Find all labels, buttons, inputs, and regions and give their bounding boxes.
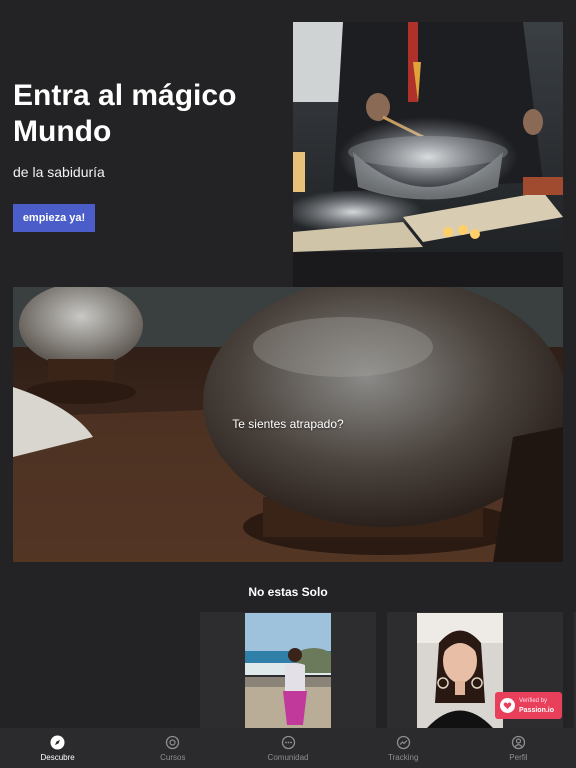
discover-page: Entra al mágico Mundo de la sabiduría em…: [0, 0, 576, 768]
courses-icon: [165, 735, 181, 751]
member-photo-portrait: [417, 613, 503, 728]
hero-title: Entra al mágico Mundo: [13, 79, 237, 148]
nav-label: Descubre: [40, 752, 75, 762]
community-card[interactable]: [200, 612, 376, 728]
nav-item-comunidad[interactable]: Comunidad: [230, 728, 345, 768]
nav-item-cursos[interactable]: Cursos: [115, 728, 230, 768]
nav-item-descubre[interactable]: Descubre: [0, 728, 115, 768]
banner-crystal-ball[interactable]: Te sientes atrapado?: [13, 287, 563, 562]
compass-icon: [50, 735, 66, 751]
nav-label: Cursos: [160, 752, 186, 762]
section-title-community: No estas Solo: [248, 585, 328, 599]
member-photo-beach: [245, 613, 331, 728]
nav-item-tracking[interactable]: Tracking: [346, 728, 461, 768]
nav-label: Tracking: [388, 752, 419, 762]
nav-label: Comunidad: [267, 752, 309, 762]
chat-icon: [280, 735, 296, 751]
start-button[interactable]: empieza ya!: [13, 204, 95, 232]
profile-icon: [510, 735, 526, 751]
nav-item-perfil[interactable]: Perfil: [461, 728, 576, 768]
verified-brand: Passion.io: [519, 706, 555, 714]
hero-image-wizard-cauldron: [293, 22, 563, 288]
verified-label: Verified by: [519, 697, 548, 704]
trending-icon: [395, 735, 411, 751]
bottom-nav: Descubre Cursos Comunidad Tracking Perfi…: [0, 728, 576, 768]
verified-badge[interactable]: Verified by Passion.io: [495, 692, 562, 719]
nav-label: Perfil: [509, 752, 528, 762]
banner-text: Te sientes atrapado?: [232, 417, 344, 431]
hero-subtitle: de la sabiduría: [13, 164, 105, 180]
passion-logo-icon: [500, 698, 515, 713]
